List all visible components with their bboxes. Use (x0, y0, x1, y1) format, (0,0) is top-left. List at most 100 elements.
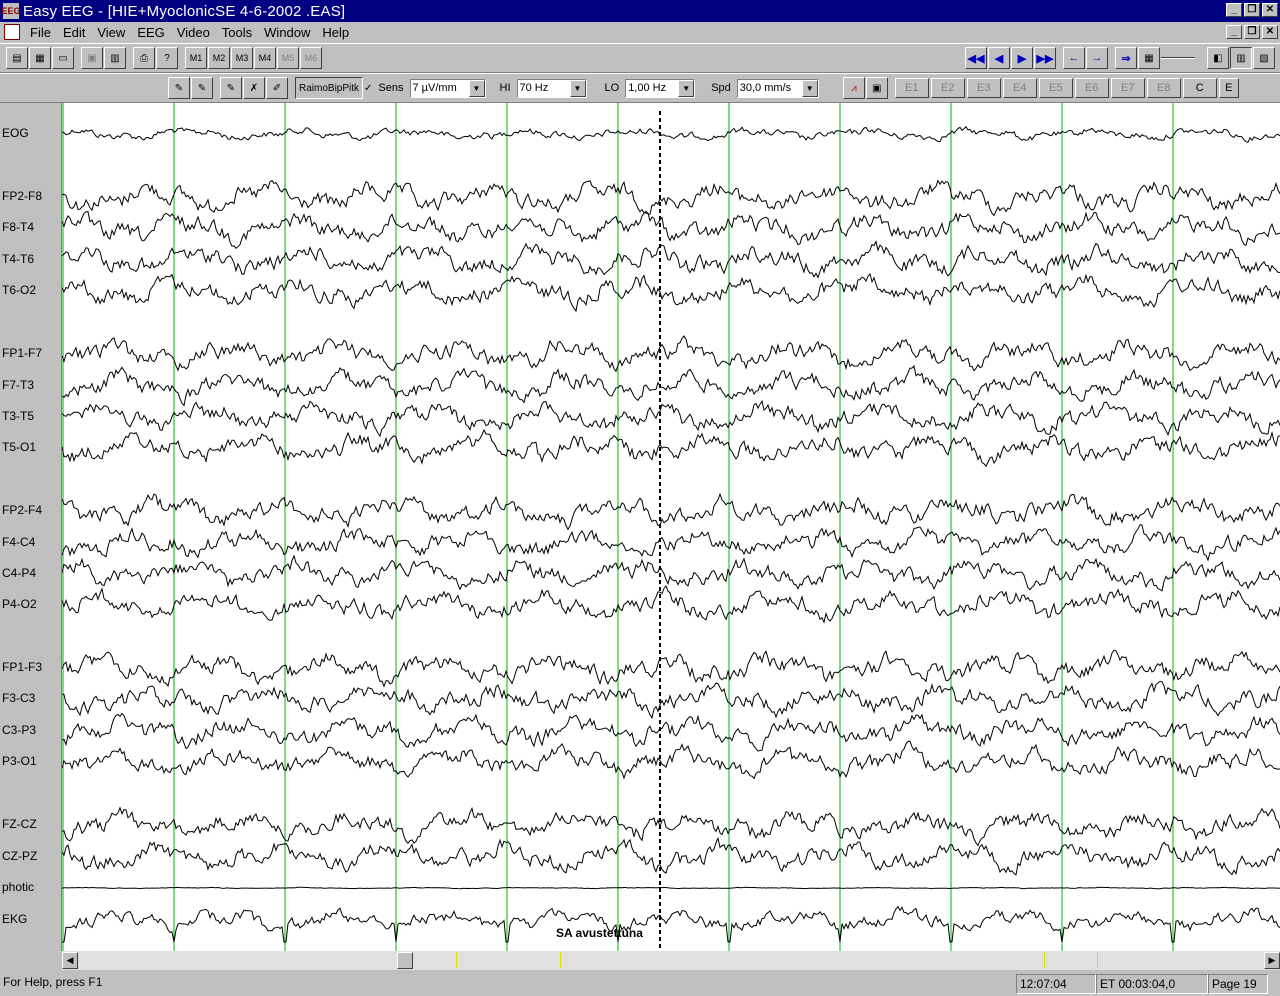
channel-label-eog[interactable]: EOG (2, 126, 29, 140)
marker-remove-icon[interactable]: ✗ (243, 77, 265, 99)
event-tick (1097, 952, 1098, 968)
document-icon[interactable] (4, 24, 20, 40)
channel-label-f7-t3[interactable]: F7-T3 (2, 378, 34, 392)
channel-label-fz-cz[interactable]: FZ-CZ (2, 817, 37, 831)
context-help-icon[interactable]: ? (156, 47, 178, 69)
event-e7-button[interactable]: E7 (1110, 78, 1145, 98)
close-button[interactable]: ✕ (1262, 3, 1278, 17)
patient-icon[interactable]: ▤ (6, 47, 28, 69)
filter-1-icon[interactable]: ✎ (168, 77, 190, 99)
event-e4-button[interactable]: E4 (1002, 78, 1037, 98)
marker-pen-icon[interactable]: ✐ (266, 77, 288, 99)
channel-label-t5-o1[interactable]: T5-O1 (2, 440, 36, 454)
channel-label-t6-o2[interactable]: T6-O2 (2, 283, 36, 297)
menu-help[interactable]: Help (318, 25, 357, 40)
channel-label-f4-c4[interactable]: F4-C4 (2, 535, 35, 549)
speed-select[interactable]: 30,0 mm/s ▼ (736, 78, 819, 98)
eeg-trace-canvas[interactable] (62, 103, 1280, 951)
eeg-trace-f8-t4 (62, 210, 1280, 250)
scroll-right-icon[interactable]: ▶ (1264, 952, 1280, 969)
menu-video[interactable]: Video (173, 25, 218, 40)
channel-label-cz-pz[interactable]: CZ-PZ (2, 849, 37, 863)
rewind-icon[interactable]: ◀◀ (965, 47, 987, 69)
horizontal-scrollbar[interactable]: ◀ ▶ (62, 951, 1280, 970)
chevron-down-icon[interactable]: ▼ (678, 79, 695, 97)
channel-label-f3-c3[interactable]: F3-C3 (2, 691, 35, 705)
channel-label-fp2-f4[interactable]: FP2-F4 (2, 503, 42, 517)
channel-label-c3-p3[interactable]: C3-P3 (2, 723, 36, 737)
event-e3-button[interactable]: E3 (966, 78, 1001, 98)
channel-label-fp1-f7[interactable]: FP1-F7 (2, 346, 42, 360)
sensitivity-select[interactable]: 7 µV/mm ▼ (409, 78, 486, 98)
event-e6-button[interactable]: E6 (1074, 78, 1109, 98)
eeg-display[interactable]: EOG FP2-F8 F8-T4 T4-T6 T6-O2 FP1-F7 F7-T3 T3-T5… (0, 103, 1280, 951)
montage-5-button[interactable]: M5 (277, 47, 299, 69)
channel-label-fp2-f8[interactable]: FP2-F8 (2, 189, 42, 203)
grid-view-icon[interactable]: ▥ (1230, 47, 1252, 69)
low-filter-select[interactable]: 1,00 Hz ▼ (625, 78, 696, 98)
jump-icon[interactable]: ⇒ (1115, 47, 1137, 69)
menu-view[interactable]: View (93, 25, 133, 40)
marker-add-icon[interactable]: ✎ (220, 77, 242, 99)
scroll-thumb[interactable] (397, 952, 413, 969)
menu-eeg[interactable]: EEG (133, 25, 172, 40)
step-back-icon[interactable]: ◀ (988, 47, 1010, 69)
menu-tools[interactable]: Tools (218, 25, 260, 40)
gain-slider[interactable] (1161, 47, 1201, 69)
event-icon[interactable]: ▣ (865, 77, 888, 99)
menu-window[interactable]: Window (260, 25, 318, 40)
channel-label-c4-p4[interactable]: C4-P4 (2, 566, 36, 580)
channel-label-p3-o1[interactable]: P3-O1 (2, 754, 37, 768)
event-e-button[interactable]: E (1218, 78, 1239, 98)
print-icon[interactable]: ⎙ (133, 47, 155, 69)
channel-label-ekg[interactable]: EKG (2, 912, 27, 926)
channel-label-photic[interactable]: photic (2, 880, 34, 894)
minimize-button[interactable]: _ (1226, 3, 1242, 17)
montage-6-button[interactable]: M6 (300, 47, 322, 69)
eeg-trace-c4-p4 (62, 554, 1280, 592)
eeg-trace-t5-o1 (62, 428, 1280, 467)
event-e8-button[interactable]: E8 (1146, 78, 1181, 98)
montage-3-button[interactable]: M3 (231, 47, 253, 69)
channel-label-f8-t4[interactable]: F8-T4 (2, 220, 34, 234)
montage-select-button[interactable]: RaimoBipPitk (295, 77, 364, 99)
save-icon[interactable]: ▣ (81, 47, 103, 69)
panel-left-icon[interactable]: ◧ (1207, 47, 1229, 69)
event-e5-button[interactable]: E5 (1038, 78, 1073, 98)
step-forward-icon[interactable]: ▶ (1011, 47, 1033, 69)
event-e2-button[interactable]: E2 (930, 78, 965, 98)
filter-2-icon[interactable]: ✎ (191, 77, 213, 99)
doc-close-button[interactable]: ✕ (1262, 25, 1278, 39)
channel-label-t3-t5[interactable]: T3-T5 (2, 409, 34, 423)
montage-2-button[interactable]: M2 (208, 47, 230, 69)
eeg-app-icon[interactable]: EEG (2, 3, 21, 19)
menu-edit[interactable]: Edit (59, 25, 93, 40)
eeg-file-icon[interactable]: ▦ (29, 47, 51, 69)
menu-file[interactable]: File (26, 25, 59, 40)
artifact-icon[interactable]: ⩘ (842, 77, 865, 99)
scroll-left-icon[interactable]: ◀ (62, 952, 78, 969)
doc-minimize-button[interactable]: _ (1226, 25, 1242, 39)
layout-icon[interactable]: ▦ (1138, 47, 1160, 69)
open-folder-icon[interactable]: ▭ (52, 47, 74, 69)
montage-4-button[interactable]: M4 (254, 47, 276, 69)
event-e1-button[interactable]: E1 (894, 78, 929, 98)
high-filter-select[interactable]: 70 Hz ▼ (516, 78, 587, 98)
chevron-down-icon[interactable]: ▼ (468, 79, 485, 97)
channel-label-t4-t6[interactable]: T4-T6 (2, 252, 34, 266)
window-title: Easy EEG - [HIE+MyoclonicSE 4-6-2002 .EA… (23, 2, 346, 20)
chevron-down-icon[interactable]: ▼ (801, 79, 818, 97)
channel-label-p4-o2[interactable]: P4-O2 (2, 597, 37, 611)
channel-label-fp1-f3[interactable]: FP1-F3 (2, 660, 42, 674)
report-icon[interactable]: ▥ (104, 47, 126, 69)
fast-forward-icon[interactable]: ▶▶ (1034, 47, 1056, 69)
status-bar: For Help, press F1 12:07:04 ET 00:03:04,… (0, 971, 1280, 996)
chevron-down-icon[interactable]: ▼ (569, 79, 586, 97)
page-left-icon[interactable]: ← (1063, 47, 1085, 69)
doc-restore-button[interactable]: ❐ (1244, 25, 1260, 39)
page-right-icon[interactable]: → (1086, 47, 1108, 69)
montage-1-button[interactable]: M1 (185, 47, 207, 69)
restore-button[interactable]: ❐ (1244, 3, 1260, 17)
spectrum-icon[interactable]: ▧ (1253, 47, 1275, 69)
event-c-button[interactable]: C (1182, 78, 1217, 98)
